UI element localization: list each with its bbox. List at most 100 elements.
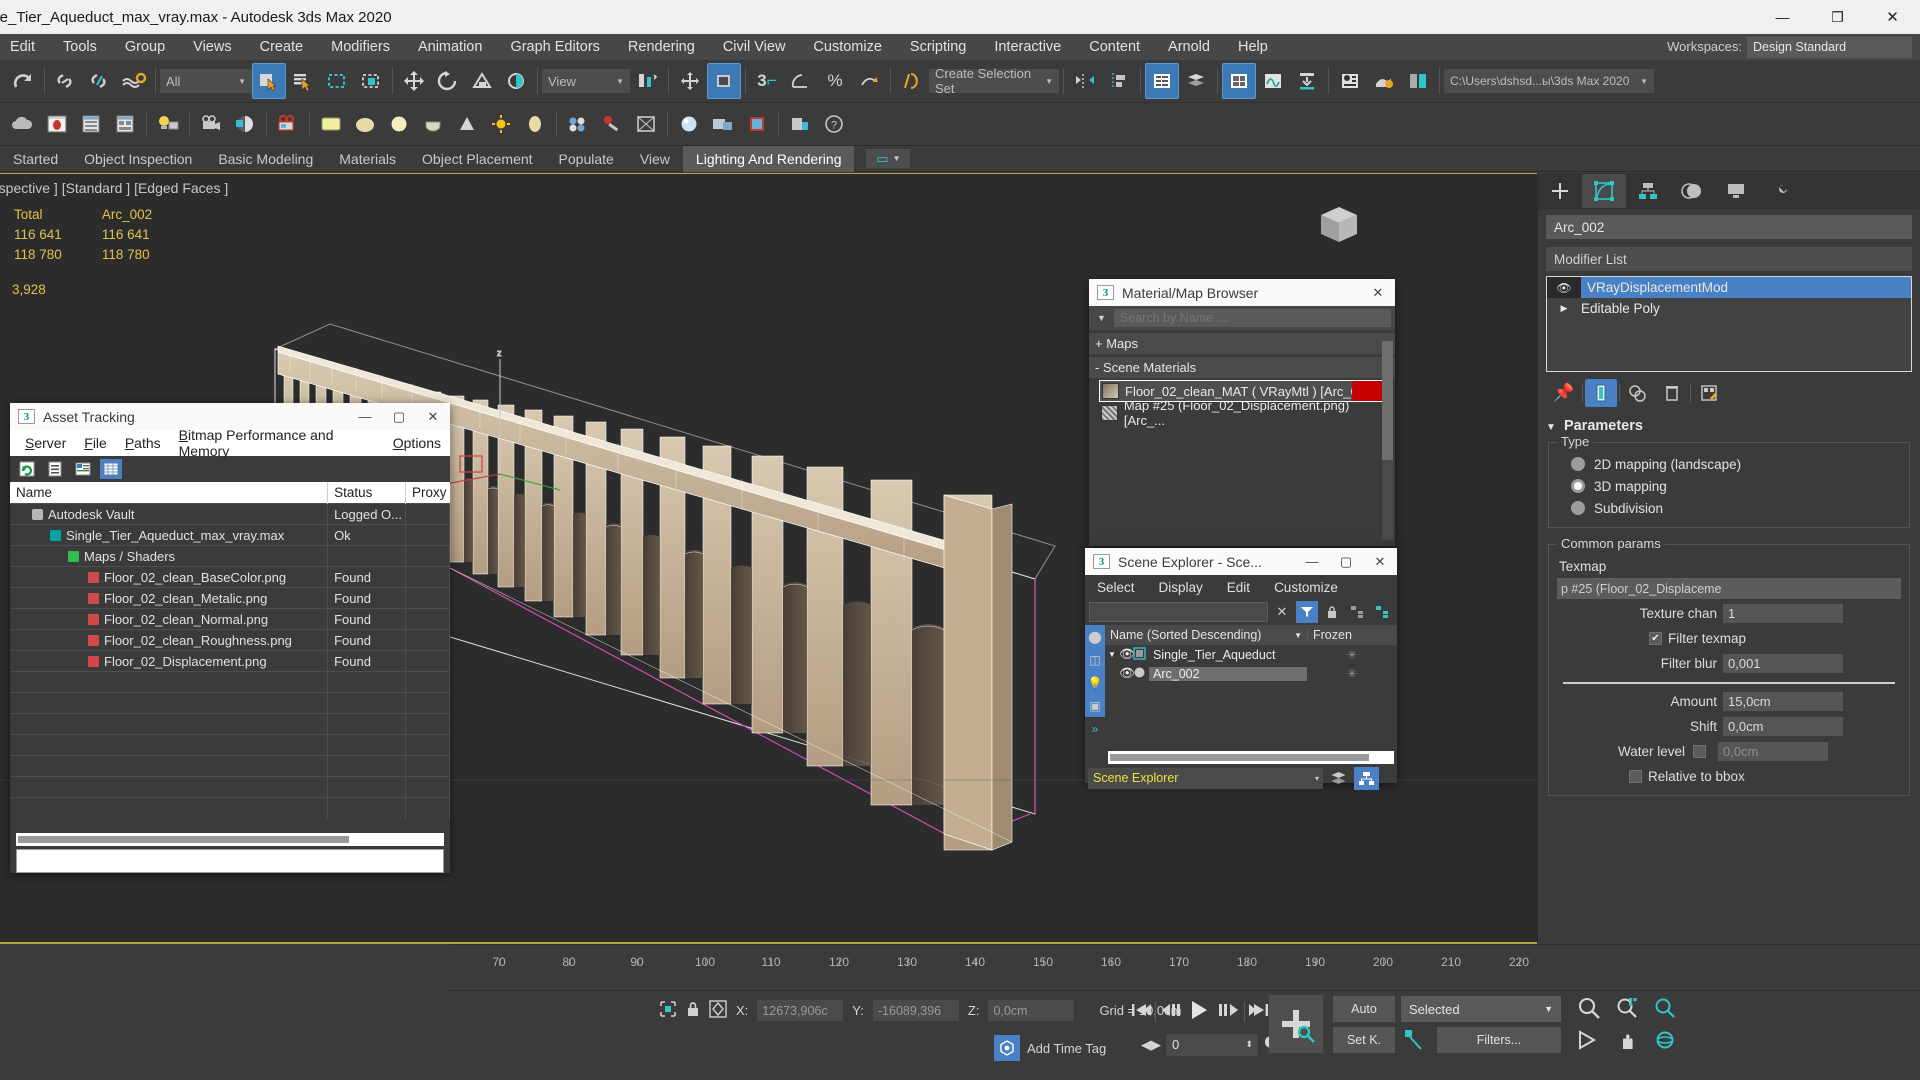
x-field[interactable]: 12673,906c: [757, 1000, 844, 1021]
cylinder-primitive-icon[interactable]: [382, 106, 416, 142]
make-unique-icon[interactable]: [1622, 379, 1654, 407]
scene-menu-edit[interactable]: Edit: [1215, 580, 1262, 595]
absolute-relative-toggle-icon[interactable]: [709, 1000, 727, 1021]
scene-explorer-combo[interactable]: Scene Explorer ▾: [1088, 767, 1323, 789]
select-and-scale-icon[interactable]: [465, 63, 499, 99]
select-and-move-icon[interactable]: [397, 63, 431, 99]
column-name[interactable]: Name: [10, 482, 329, 504]
frame-arrows-icon[interactable]: ◀▶: [1141, 1037, 1161, 1053]
project-folder-combo[interactable]: C:\Users\dshsd...ы\3ds Max 2020 ▼: [1444, 69, 1654, 93]
auto-key-button[interactable]: Auto: [1333, 996, 1395, 1022]
modifier-stack[interactable]: 👁 VRayDisplacementMod ▶ Editable Poly: [1546, 276, 1912, 372]
pan-view-icon[interactable]: [1615, 1029, 1639, 1054]
teapot-primitive-icon[interactable]: [416, 106, 450, 142]
object-name-field[interactable]: Arc_002: [1546, 215, 1912, 239]
rollout-parameters-title[interactable]: ▼ Parameters: [1538, 418, 1920, 434]
go-to-end-icon[interactable]: [1247, 999, 1271, 1024]
current-frame-field[interactable]: 0 ⬍: [1166, 1033, 1258, 1056]
ribbon-tab-started[interactable]: Started: [0, 146, 71, 172]
more-filters-icon[interactable]: »: [1085, 717, 1105, 740]
align-icon[interactable]: [1102, 63, 1136, 99]
field-of-view-icon[interactable]: [1577, 1029, 1601, 1054]
asset-menu-file[interactable]: File: [75, 435, 116, 451]
ribbon-extra-combo[interactable]: ▭ ▼: [866, 149, 911, 168]
orbit-view-icon[interactable]: [1653, 1029, 1677, 1054]
list-item[interactable]: ▼ 👁 Single_Tier_Aqueduct ✳: [1105, 645, 1397, 664]
next-frame-icon[interactable]: [1216, 999, 1242, 1024]
omni-light-icon[interactable]: [518, 106, 552, 142]
reference-coordinate-system-combo[interactable]: View ▼: [542, 69, 630, 93]
mirror-icon[interactable]: [1068, 63, 1102, 99]
z-field[interactable]: 0,0cm: [988, 1000, 1075, 1021]
help-icon[interactable]: ?: [817, 106, 851, 142]
show-end-result-icon[interactable]: [1585, 379, 1617, 407]
chevron-down-icon[interactable]: ▼: [1089, 313, 1114, 323]
angle-snap-icon[interactable]: [784, 63, 818, 99]
selection-lock-icon[interactable]: [686, 1000, 700, 1021]
render-frame-window-icon[interactable]: [1401, 63, 1435, 99]
table-row[interactable]: Floor_02_Displacement.png Found: [10, 650, 450, 672]
render-setup-icon[interactable]: [1333, 63, 1367, 99]
key-mode-icon[interactable]: [1401, 1027, 1429, 1053]
snaps-toggle-icon[interactable]: [673, 63, 707, 99]
maps-group-header[interactable]: + Maps: [1089, 333, 1395, 354]
material-map-browser-icon[interactable]: [108, 106, 142, 142]
radio-3d-mapping[interactable]: 3D mapping: [1557, 475, 1901, 497]
filter-texmap-checkbox[interactable]: ✔: [1649, 631, 1662, 645]
ribbon-tab-populate[interactable]: Populate: [546, 146, 627, 172]
key-filter-combo[interactable]: Selected ▼: [1401, 996, 1561, 1022]
material-list[interactable]: Floor_02_clean_MAT ( VRayMtl ) [Arc_002]…: [1099, 380, 1391, 530]
radio-2d-mapping[interactable]: 2D mapping (landscape): [1557, 453, 1901, 475]
ribbon-tab-object-placement[interactable]: Object Placement: [409, 146, 546, 172]
table-row[interactable]: Floor_02_clean_Metalic.png Found: [10, 587, 450, 609]
window-crossing-icon[interactable]: [354, 63, 388, 99]
menu-rendering[interactable]: Rendering: [614, 34, 709, 60]
table-row[interactable]: Floor_02_clean_Normal.png Found: [10, 608, 450, 630]
cone-primitive-icon[interactable]: [450, 106, 484, 142]
relative-to-bbox-row[interactable]: Relative to bbox: [1557, 765, 1901, 787]
use-pivot-point-center-icon[interactable]: [630, 63, 664, 99]
sort-caret-icon[interactable]: ▼: [1294, 631, 1307, 640]
layer-explorer-icon[interactable]: [1179, 63, 1213, 99]
modifier-stack-item-vraydisplacementmod[interactable]: 👁 VRayDisplacementMod: [1547, 277, 1911, 298]
asset-minimize-button[interactable]: —: [348, 403, 382, 430]
time-tag-icon[interactable]: [994, 1035, 1020, 1061]
filter-texmap-row[interactable]: ✔ Filter texmap: [1557, 627, 1901, 649]
search-input[interactable]: [1113, 309, 1391, 327]
clear-filter-icon[interactable]: ✕: [1271, 601, 1293, 623]
eye-icon[interactable]: 👁: [1119, 647, 1135, 662]
menu-modifiers[interactable]: Modifiers: [317, 34, 404, 60]
zoom-extents-icon[interactable]: [1653, 996, 1677, 1023]
pin-stack-icon[interactable]: 📌: [1548, 379, 1580, 407]
select-object-icon[interactable]: [252, 63, 286, 99]
menu-arnold[interactable]: Arnold: [1154, 34, 1224, 60]
frozen-icon[interactable]: ✳: [1307, 666, 1397, 681]
vray-sphere-icon[interactable]: [672, 106, 706, 142]
frozen-icon[interactable]: ✳: [1307, 647, 1397, 662]
material-browser-close-button[interactable]: ✕: [1361, 279, 1395, 306]
redo-icon[interactable]: [6, 63, 40, 99]
column-status[interactable]: Status: [327, 482, 407, 504]
import-icon[interactable]: [1290, 63, 1324, 99]
scene-close-button[interactable]: ✕: [1363, 548, 1397, 575]
material-preview-icon[interactable]: [40, 106, 74, 142]
list-item[interactable]: 👁 Arc_002 ✳: [1105, 664, 1397, 683]
filter-funnel-icon[interactable]: [1296, 601, 1318, 623]
bind-to-space-warp-icon[interactable]: [117, 63, 151, 99]
menu-scripting[interactable]: Scripting: [896, 34, 980, 60]
filter-cameras-icon[interactable]: ▣: [1085, 694, 1105, 717]
scene-menu-select[interactable]: Select: [1085, 580, 1147, 595]
named-selection-sets-icon[interactable]: [895, 63, 929, 99]
eye-icon[interactable]: 👁: [1547, 277, 1581, 298]
camera-icon[interactable]: [194, 106, 228, 142]
scene-filter-input[interactable]: [1089, 602, 1268, 622]
menu-content[interactable]: Content: [1075, 34, 1154, 60]
lock-icon[interactable]: [1321, 601, 1343, 623]
timeline-ruler[interactable]: 70 80 90 100 110 120 130 140 150 160 170…: [449, 955, 1920, 985]
menu-graph-editors[interactable]: Graph Editors: [496, 34, 613, 60]
vray-camera-icon[interactable]: [271, 106, 305, 142]
filter-lights-icon[interactable]: 💡: [1085, 671, 1105, 694]
menu-views[interactable]: Views: [179, 34, 245, 60]
material-vertical-scrollbar[interactable]: [1382, 341, 1393, 540]
sphere-primitive-icon[interactable]: [348, 106, 382, 142]
